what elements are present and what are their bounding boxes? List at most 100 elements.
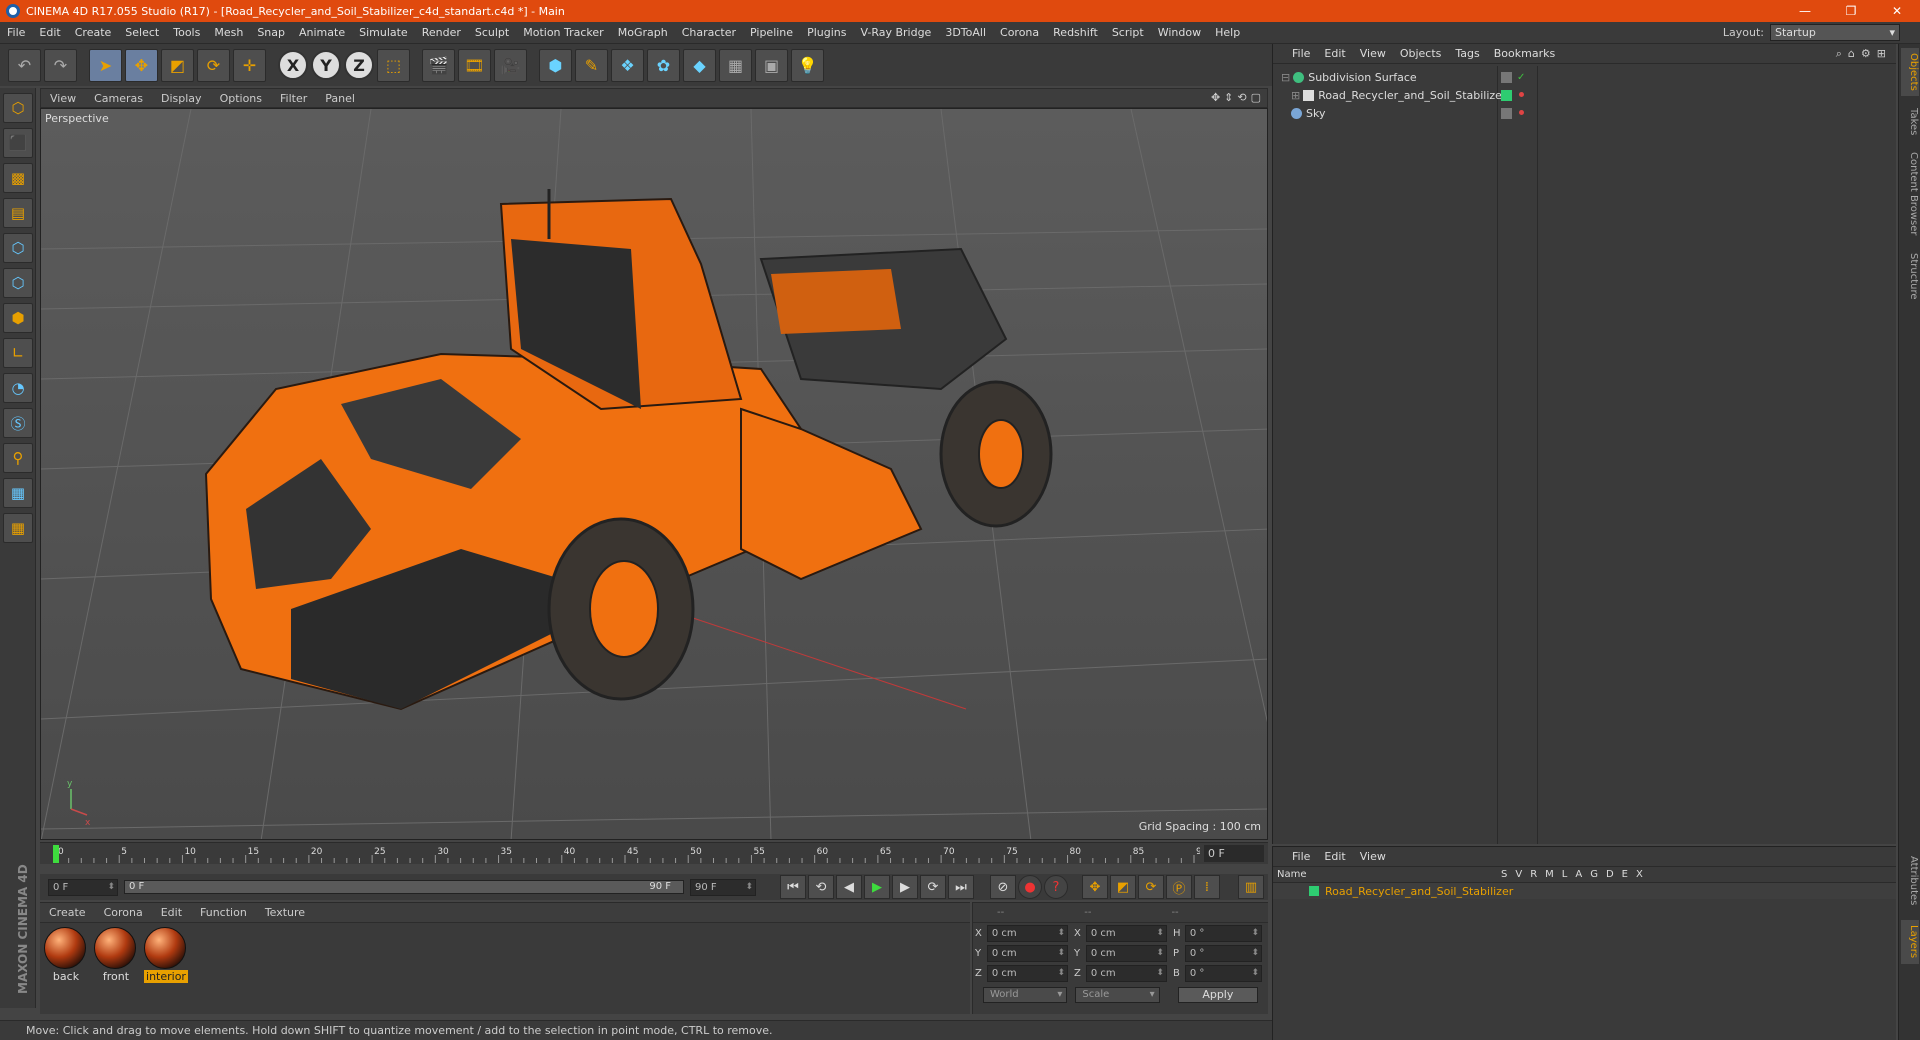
layer-col-animation[interactable]: A xyxy=(1575,869,1582,880)
playhead[interactable] xyxy=(53,845,59,863)
cube-object-icon[interactable]: ⬢ xyxy=(539,48,572,82)
material-menu-edit[interactable]: Edit xyxy=(152,906,191,919)
current-frame-field[interactable]: 0 F xyxy=(1204,845,1264,862)
x-axis-lock-button[interactable]: X xyxy=(278,50,308,80)
close-button[interactable]: ✕ xyxy=(1874,0,1920,22)
render-view-icon[interactable]: 🎬 xyxy=(422,48,455,82)
tab-content-browser[interactable]: Content Browser xyxy=(1901,148,1919,240)
material-menu-texture[interactable]: Texture xyxy=(256,906,314,919)
maximize-button[interactable]: ❐ xyxy=(1828,0,1874,22)
key-position-icon[interactable]: ✥ xyxy=(1082,875,1108,899)
render-picture-viewer-icon[interactable]: 🎞 xyxy=(458,48,491,82)
material-menu-corona[interactable]: Corona xyxy=(95,906,152,919)
menu-corona[interactable]: Corona xyxy=(993,26,1046,39)
size-mode-dropdown[interactable]: Scale xyxy=(1075,987,1160,1003)
key-parameter-icon[interactable]: Ⓟ xyxy=(1166,875,1192,899)
menu-motion-tracker[interactable]: Motion Tracker xyxy=(516,26,610,39)
rotation-p-field[interactable]: 0 ° xyxy=(1184,944,1262,962)
menu-redshift[interactable]: Redshift xyxy=(1046,26,1105,39)
menu-window[interactable]: Window xyxy=(1151,26,1208,39)
road-recycler-model[interactable] xyxy=(204,189,1053,711)
menu-create[interactable]: Create xyxy=(68,26,119,39)
menu-character[interactable]: Character xyxy=(675,26,743,39)
viewport-menu-options[interactable]: Options xyxy=(211,92,271,105)
material-back[interactable]: back xyxy=(44,927,88,983)
gear-icon[interactable]: ⚙ xyxy=(1861,47,1871,61)
light-icon[interactable]: 💡 xyxy=(791,48,824,82)
material-interior[interactable]: interior xyxy=(144,927,188,983)
layers-menu-edit[interactable]: Edit xyxy=(1317,850,1352,863)
minimize-button[interactable]: — xyxy=(1782,0,1828,22)
menu-render[interactable]: Render xyxy=(415,26,468,39)
deformer-icon[interactable]: ◆ xyxy=(683,48,716,82)
tab-layers[interactable]: Layers xyxy=(1901,920,1919,964)
layer-color-swatch[interactable] xyxy=(1309,886,1319,896)
layers-menu-file[interactable]: File xyxy=(1285,850,1317,863)
enabled-check-icon[interactable]: ✓ xyxy=(1517,72,1525,83)
rotation-h-field[interactable]: 0 ° xyxy=(1184,924,1262,942)
material-menu-function[interactable]: Function xyxy=(191,906,256,919)
objects-menu-tags[interactable]: Tags xyxy=(1448,47,1486,60)
menu-edit[interactable]: Edit xyxy=(32,26,67,39)
layer-col-solo[interactable]: S xyxy=(1501,869,1507,880)
expand-icon[interactable]: ⊞ xyxy=(1877,47,1886,61)
model-mode-icon[interactable]: ⬛ xyxy=(3,128,33,158)
go-to-end-icon[interactable]: ⏭ xyxy=(948,875,974,899)
menu-snap[interactable]: Snap xyxy=(250,26,292,39)
move-tool-icon[interactable]: ✥ xyxy=(125,48,158,82)
start-frame-field[interactable]: 0 F xyxy=(48,878,118,896)
visibility-dot[interactable] xyxy=(1519,92,1524,97)
key-scale-icon[interactable]: ◩ xyxy=(1110,875,1136,899)
scale-tool-icon[interactable]: ◩ xyxy=(161,48,194,82)
magnet-icon[interactable]: ⚲ xyxy=(3,443,33,473)
viewport-menu-panel[interactable]: Panel xyxy=(316,92,364,105)
viewport-menu-view[interactable]: View xyxy=(41,92,85,105)
objects-menu-file[interactable]: File xyxy=(1285,47,1317,60)
menu-script[interactable]: Script xyxy=(1105,26,1151,39)
objects-menu-view[interactable]: View xyxy=(1353,47,1393,60)
collapse-icon[interactable]: ⊟ xyxy=(1281,71,1290,84)
go-to-start-icon[interactable]: ⏮ xyxy=(780,875,806,899)
object-row-sky[interactable]: Sky xyxy=(1273,104,1897,122)
tweak-mode-icon[interactable]: ◔ xyxy=(3,373,33,403)
home-icon[interactable]: ⌂ xyxy=(1848,47,1855,61)
timeline-window-icon[interactable]: ▥ xyxy=(1238,875,1264,899)
rotate-view-icon[interactable]: ⟲ xyxy=(1237,91,1246,104)
key-pla-icon[interactable]: ⁞ xyxy=(1194,875,1220,899)
viewport-menu-cameras[interactable]: Cameras xyxy=(85,92,152,105)
objects-menu-edit[interactable]: Edit xyxy=(1317,47,1352,60)
menu-tools[interactable]: Tools xyxy=(166,26,207,39)
next-key-icon[interactable]: ⟳ xyxy=(920,875,946,899)
render-settings-icon[interactable]: 🎥 xyxy=(494,48,527,82)
undo-icon[interactable]: ↶ xyxy=(8,48,41,82)
mograph-cloner-icon[interactable]: ✿ xyxy=(647,48,680,82)
polygons-mode-icon[interactable]: ⬢ xyxy=(3,303,33,333)
layer-col-view[interactable]: V xyxy=(1515,869,1522,880)
menu-simulate[interactable]: Simulate xyxy=(352,26,415,39)
material-menu-create[interactable]: Create xyxy=(40,906,95,919)
make-editable-icon[interactable]: ⬡ xyxy=(3,93,33,123)
layer-col-locked[interactable]: L xyxy=(1562,869,1568,880)
play-forward-icon[interactable]: ▶ xyxy=(864,875,890,899)
tab-takes[interactable]: Takes xyxy=(1901,104,1919,140)
layer-col-render[interactable]: R xyxy=(1530,869,1537,880)
layout-dropdown[interactable]: Startup xyxy=(1770,24,1900,41)
layer-col-expressions[interactable]: E xyxy=(1622,869,1628,880)
locked-workplane-icon[interactable]: ▦ xyxy=(3,478,33,508)
material-front[interactable]: front xyxy=(94,927,138,983)
layer-col-manager[interactable]: M xyxy=(1545,869,1554,880)
zoom-view-icon[interactable]: ⇕ xyxy=(1224,91,1233,104)
live-selection-icon[interactable]: ➤ xyxy=(89,48,122,82)
redo-icon[interactable]: ↷ xyxy=(44,48,77,82)
timeline-ruler[interactable]: 051015202530354045505560657075808590 0 F xyxy=(40,842,1268,864)
search-icon[interactable]: ⌕ xyxy=(1836,47,1842,61)
object-row-road-recycler[interactable]: ⊞ Road_Recycler_and_Soil_Stabilizer xyxy=(1273,86,1897,104)
expand-icon[interactable]: ⊞ xyxy=(1291,89,1300,102)
menu-plugins[interactable]: Plugins xyxy=(800,26,853,39)
coordinate-space-dropdown[interactable]: World xyxy=(983,987,1068,1003)
menu-help[interactable]: Help xyxy=(1208,26,1247,39)
viewport-menu-filter[interactable]: Filter xyxy=(271,92,316,105)
object-row-subdivision-surface[interactable]: ⊟ Subdivision Surface ✓ xyxy=(1273,68,1897,86)
recent-tool-icon[interactable]: ✛ xyxy=(233,48,266,82)
menu-animate[interactable]: Animate xyxy=(292,26,352,39)
